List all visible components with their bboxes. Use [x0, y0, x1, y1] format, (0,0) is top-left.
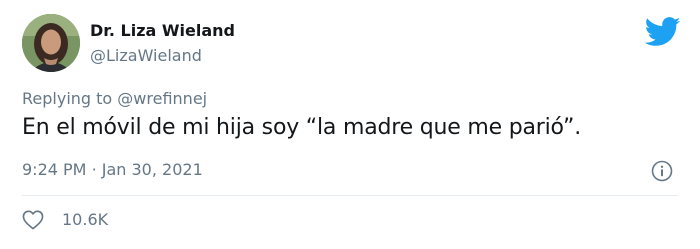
tweet-time: 9:24 PM	[22, 160, 87, 179]
divider	[22, 195, 678, 196]
avatar-image	[22, 14, 80, 72]
tweet-timestamp[interactable]: 9:24 PM · Jan 30, 2021	[22, 160, 203, 179]
tweet-date: Jan 30, 2021	[101, 160, 203, 179]
reply-to-handle-link[interactable]: @wrefinnej	[117, 89, 207, 108]
avatar[interactable]	[22, 14, 80, 72]
tweet-card: Dr. Liza Wieland @LizaWieland Replying t…	[0, 0, 700, 249]
like-count: 10.6K	[62, 210, 109, 229]
meta-separator: ·	[91, 160, 97, 179]
twitter-bird-icon[interactable]	[645, 17, 681, 47]
tweet-text: En el móvil de mi hija soy “la madre que…	[22, 115, 582, 140]
info-icon[interactable]	[651, 160, 673, 182]
author-handle[interactable]: @LizaWieland	[90, 46, 202, 65]
replying-to-label: Replying to	[22, 89, 113, 108]
heart-icon[interactable]	[22, 210, 44, 230]
author-name[interactable]: Dr. Liza Wieland	[90, 21, 235, 40]
replying-to: Replying to @wrefinnej	[22, 89, 207, 108]
